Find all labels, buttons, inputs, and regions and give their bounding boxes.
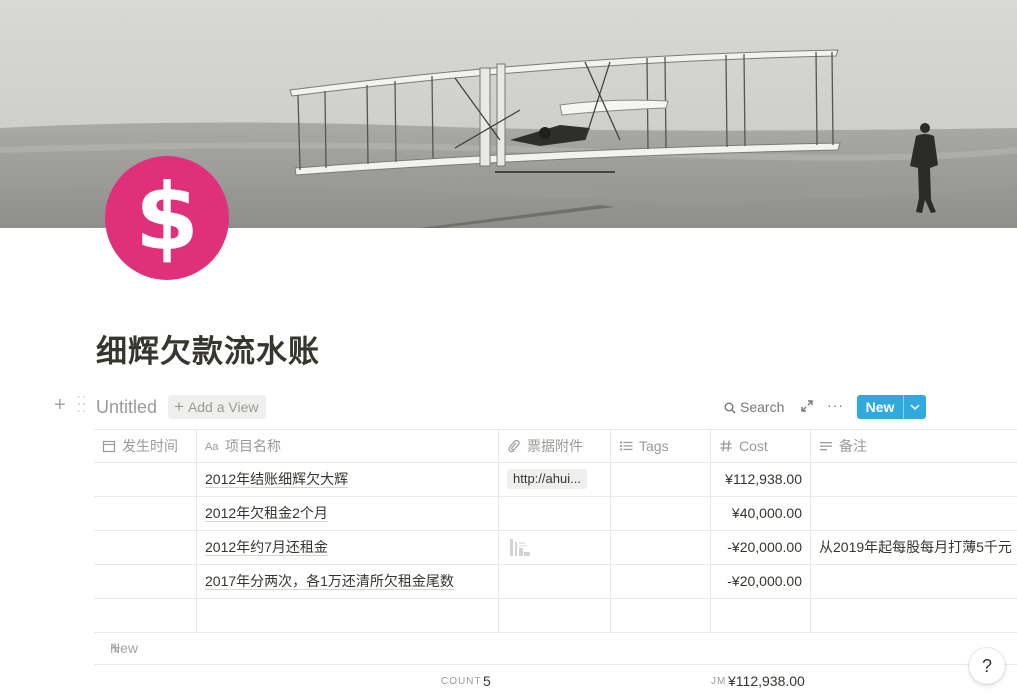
tags-cell[interactable] — [611, 599, 711, 632]
cost-cell[interactable]: ¥40,000.00 — [711, 497, 811, 530]
table-row[interactable]: 2017年分两次，各1万还清所欠租金尾数 -¥20,000.00 — [94, 565, 1017, 599]
open-full-page-button[interactable] — [800, 399, 814, 413]
plus-icon: + — [174, 397, 184, 416]
expand-icon — [801, 400, 813, 412]
database-table: 发生时间 Aa 项目名称 票据附件 Tags Cost 备注 2012年结账细辉欠… — [94, 429, 1017, 698]
list-icon — [619, 441, 633, 451]
row-title[interactable]: 2017年分两次，各1万还清所欠租金尾数 — [205, 573, 454, 590]
tags-cell[interactable] — [611, 531, 711, 564]
new-dropdown-button[interactable] — [904, 395, 926, 419]
add-block-icon[interactable]: + — [54, 395, 70, 415]
column-label: 发生时间 — [122, 438, 178, 454]
note-cell[interactable] — [811, 497, 1017, 530]
name-cell[interactable]: 2012年结账细辉欠大辉 — [197, 463, 499, 496]
column-label: 票据附件 — [527, 438, 583, 454]
search-label: Search — [740, 399, 785, 415]
column-label: 备注 — [839, 438, 867, 454]
name-cell[interactable]: 2012年约7月还租金 — [197, 531, 499, 564]
table-row[interactable] — [94, 599, 1017, 633]
tags-cell[interactable] — [611, 463, 711, 496]
more-options-button[interactable]: ··· — [827, 396, 844, 414]
new-row-text: New — [110, 640, 139, 656]
table-row[interactable]: 2012年结账细辉欠大辉 http://ahui... ¥112,938.00 — [94, 463, 1017, 497]
column-label: 项目名称 — [225, 438, 281, 454]
column-header-cost[interactable]: Cost — [711, 430, 811, 462]
note-cell[interactable] — [811, 463, 1017, 496]
attachment-cell[interactable] — [499, 497, 611, 530]
date-cell[interactable] — [94, 531, 197, 564]
date-cell[interactable] — [94, 463, 197, 496]
column-label: Tags — [639, 438, 669, 454]
hash-icon — [720, 440, 732, 452]
svg-text:Aa: Aa — [205, 441, 219, 453]
view-title[interactable]: Untitled — [96, 396, 157, 418]
page-icon[interactable]: $ — [104, 155, 230, 281]
sum-value[interactable]: ¥112,938.00 — [728, 665, 805, 698]
row-title[interactable]: 2012年约7月还租金 — [205, 539, 328, 556]
column-header-name[interactable]: Aa 项目名称 — [197, 430, 499, 462]
attachment-cell[interactable] — [499, 531, 611, 564]
attachment-link[interactable]: http://ahui... — [507, 469, 587, 489]
cost-cell[interactable]: -¥20,000.00 — [711, 531, 811, 564]
attachment-cell[interactable] — [499, 565, 611, 598]
name-cell[interactable]: 2012年欠租金2个月 — [197, 497, 499, 530]
column-header-tags[interactable]: Tags — [611, 430, 711, 462]
row-title[interactable]: 2012年欠租金2个月 — [205, 505, 328, 522]
count-value[interactable]: 5 — [483, 665, 491, 698]
column-header-note[interactable]: 备注 — [811, 430, 1017, 462]
cost-cell[interactable] — [711, 599, 811, 632]
search-icon — [724, 402, 736, 414]
new-button-label: New — [865, 399, 895, 415]
row-title[interactable]: 2012年结账细辉欠大辉 — [205, 471, 349, 488]
date-cell[interactable] — [94, 599, 197, 632]
attachment-cell[interactable]: http://ahui... — [499, 463, 611, 496]
new-button[interactable]: New — [857, 395, 926, 419]
name-cell[interactable]: 2017年分两次，各1万还清所欠租金尾数 — [197, 565, 499, 598]
note-cell[interactable] — [811, 599, 1017, 632]
note-cell[interactable]: 从2019年起每股每月打薄5千元 — [811, 531, 1017, 564]
cost-cell[interactable]: -¥20,000.00 — [711, 565, 811, 598]
table-header: 发生时间 Aa 项目名称 票据附件 Tags Cost 备注 — [94, 429, 1017, 463]
drag-handle-icon[interactable]: ⁚⁚ ⁚⁚ — [77, 395, 87, 414]
table-row[interactable]: 2012年约7月还租金 -¥20,000.00 从2019年起每股每月打薄5千元 — [94, 531, 1017, 565]
database-toolbar: + ⁚⁚ ⁚⁚ Untitled + Add a View Search ··· N… — [0, 393, 1017, 421]
tags-cell[interactable] — [611, 497, 711, 530]
dollar-sign-icon: $ — [105, 156, 229, 280]
search-button[interactable]: Search — [724, 398, 784, 416]
attachment-thumbnail[interactable] — [508, 536, 532, 558]
count-label[interactable]: COUNT — [441, 665, 482, 698]
tags-cell[interactable] — [611, 565, 711, 598]
add-row-button[interactable]: + New — [94, 633, 1017, 665]
column-header-attachment[interactable]: 票据附件 — [499, 430, 611, 462]
table-row[interactable]: 2012年欠租金2个月 ¥40,000.00 — [94, 497, 1017, 531]
note-cell[interactable] — [811, 565, 1017, 598]
text-title-icon: Aa — [205, 441, 219, 453]
text-lines-icon — [820, 442, 832, 451]
calendar-icon — [102, 440, 116, 453]
add-view-label: Add a View — [187, 399, 259, 415]
paperclip-icon — [508, 440, 520, 453]
add-view-button[interactable]: + Add a View — [168, 395, 266, 419]
attachment-cell[interactable] — [499, 599, 611, 632]
column-header-date[interactable]: 发生时间 — [94, 430, 197, 462]
page-title[interactable]: 细辉欠款流水账 — [96, 330, 320, 374]
name-cell[interactable] — [197, 599, 499, 632]
svg-text:$: $ — [135, 164, 199, 271]
date-cell[interactable] — [94, 497, 197, 530]
cost-cell[interactable]: ¥112,938.00 — [711, 463, 811, 496]
sum-label[interactable]: JM — [711, 665, 726, 698]
column-label: Cost — [739, 438, 768, 454]
chevron-down-icon — [910, 404, 920, 411]
table-footer: COUNT 5 JM ¥112,938.00 — [94, 665, 1017, 698]
date-cell[interactable] — [94, 565, 197, 598]
help-button[interactable]: ? — [969, 648, 1005, 684]
